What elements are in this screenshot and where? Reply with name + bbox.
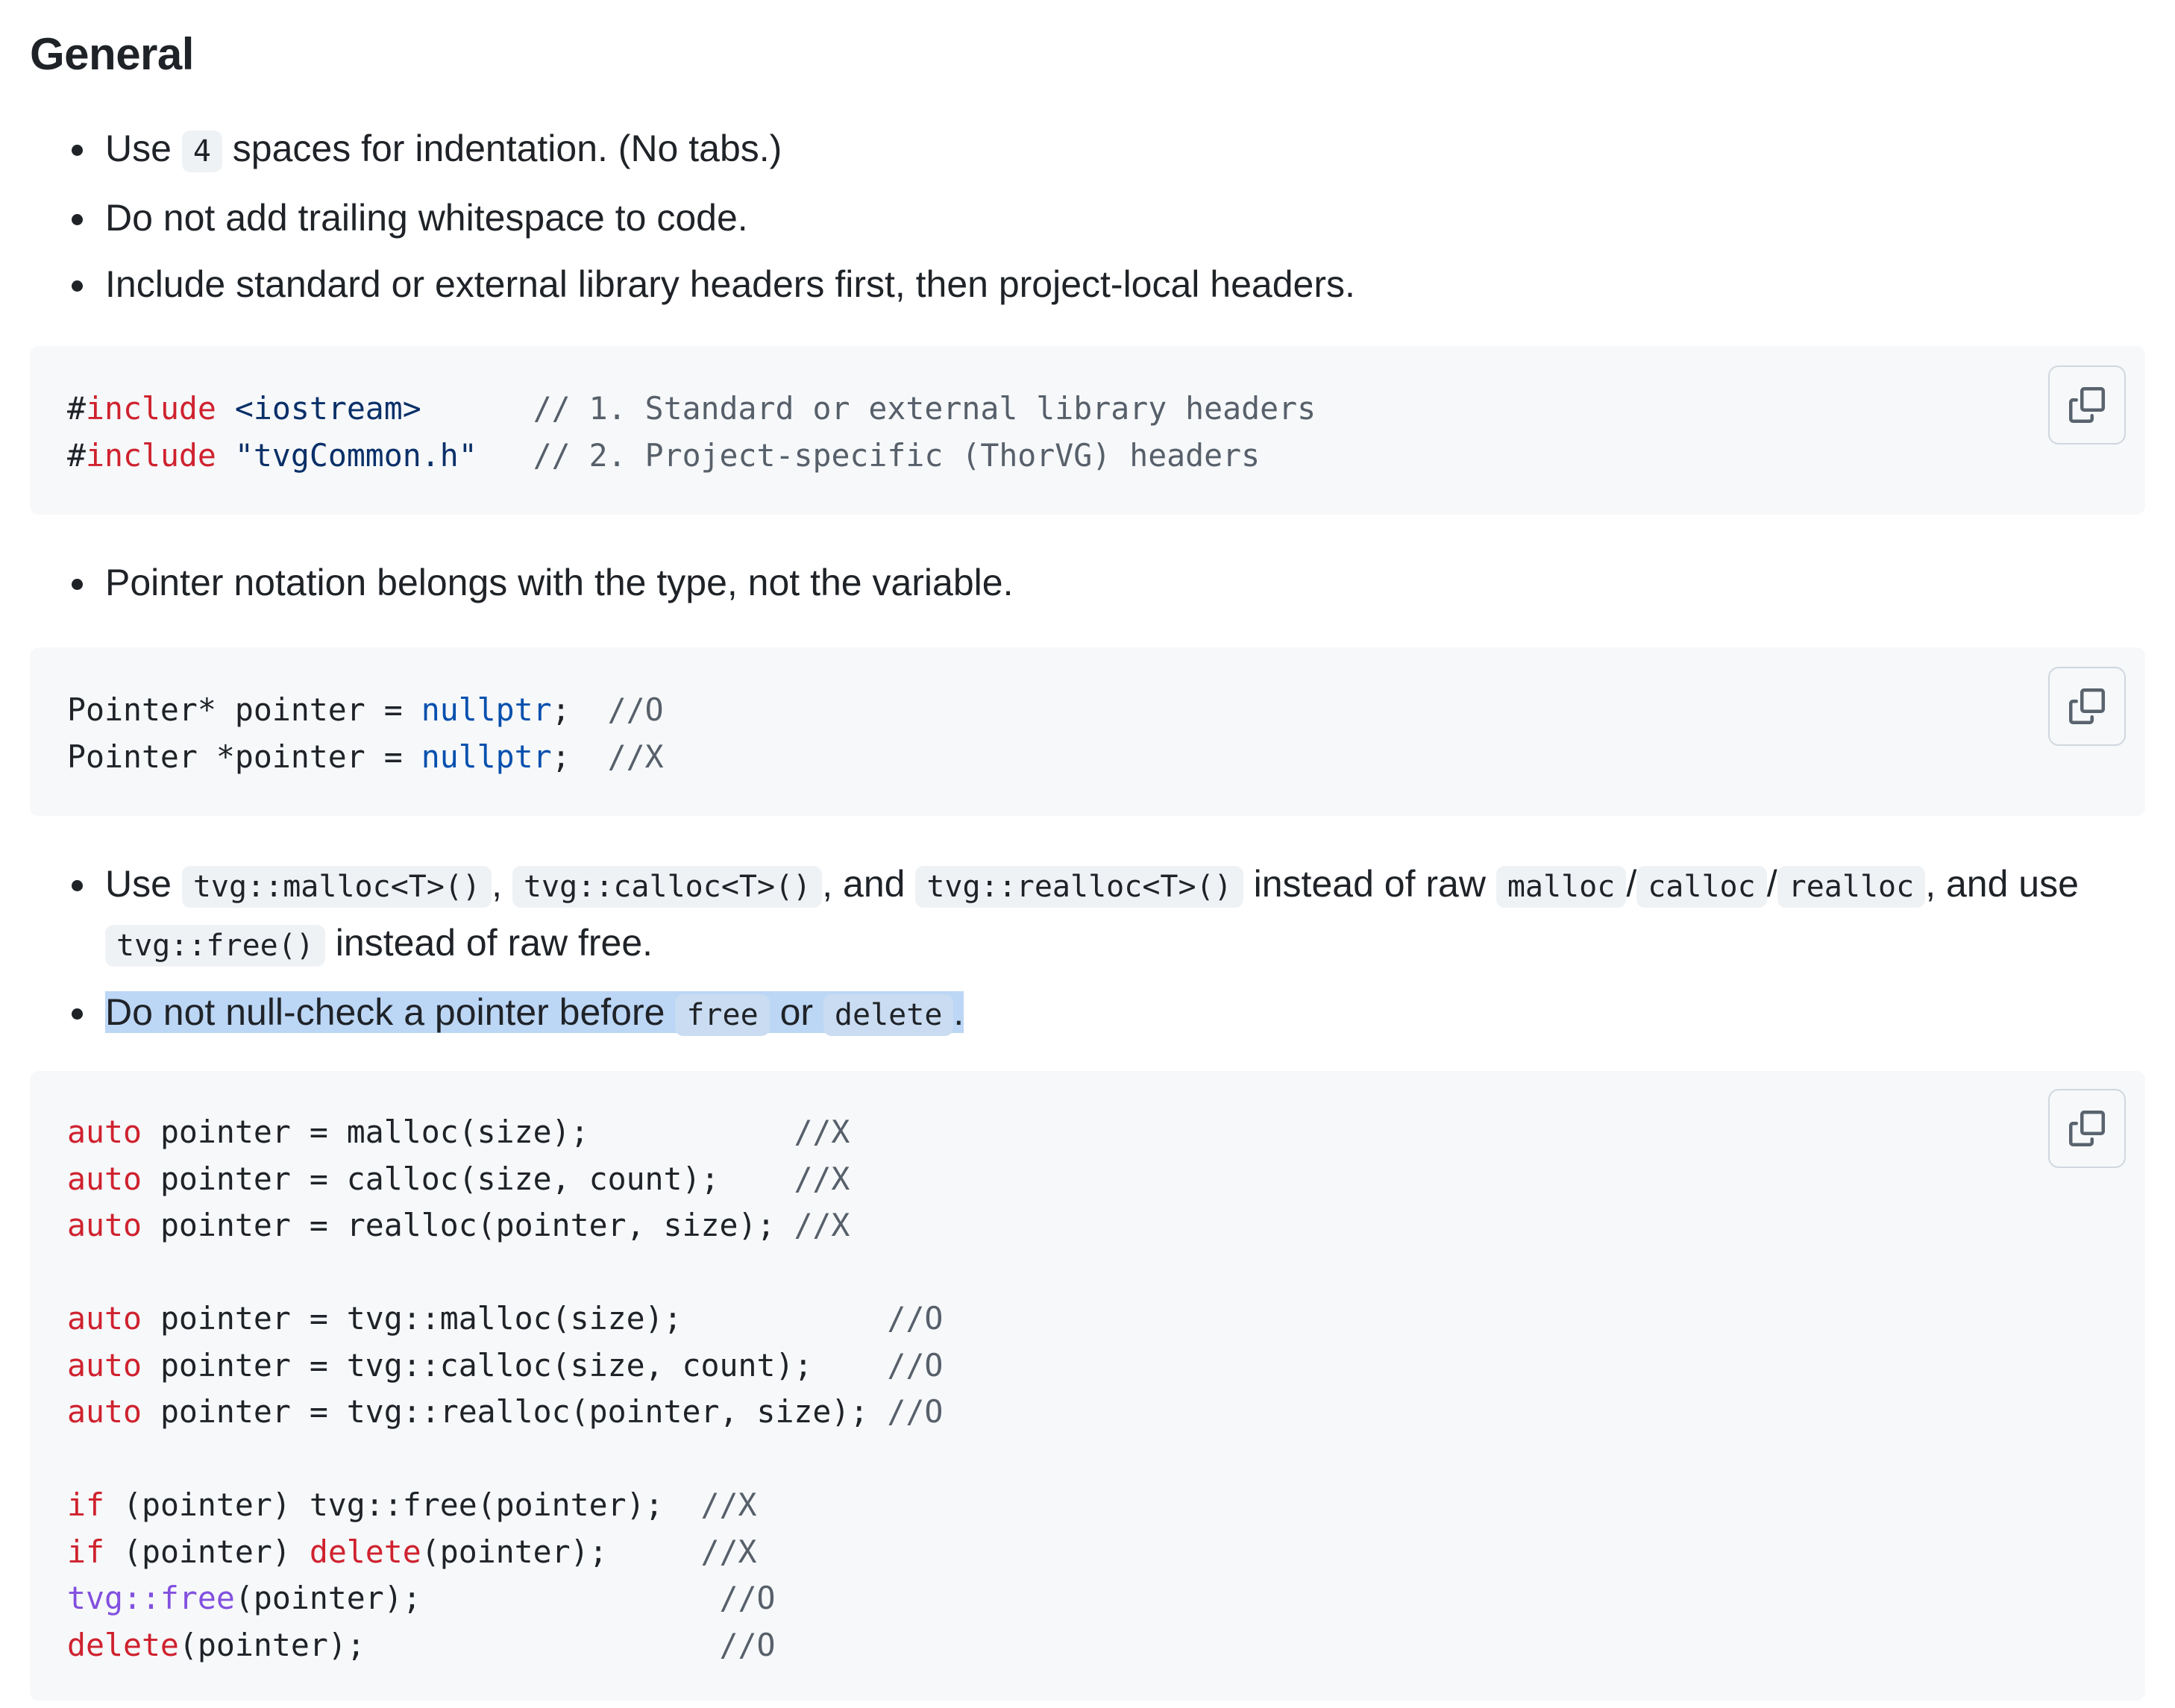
inline-code: delete (823, 994, 954, 1036)
inline-code: realloc (1777, 866, 1926, 908)
code-block: auto pointer = malloc(size); //X auto po… (30, 1071, 2145, 1701)
copy-button[interactable] (2048, 667, 2126, 746)
bullet-list: Use tvg::malloc<T>(), tvg::calloc<T>(), … (0, 856, 2145, 1043)
bullet-list: Use 4 spaces for indentation. (No tabs.)… (0, 121, 2145, 313)
inline-code: free (675, 994, 770, 1036)
selected-text[interactable]: Do not null-check a pointer before free … (105, 991, 964, 1036)
list-item: Do not null-check a pointer before free … (0, 985, 2145, 1043)
inline-code: malloc (1495, 866, 1627, 908)
inline-code: tvg::realloc<T>() (915, 866, 1243, 908)
list-item: Do not add trailing whitespace to code. (0, 190, 2145, 246)
list-item: Use tvg::malloc<T>(), tvg::calloc<T>(), … (0, 856, 2145, 974)
copy-icon (2069, 688, 2105, 724)
inline-code: tvg::malloc<T>() (181, 866, 492, 908)
list-item: Use 4 spaces for indentation. (No tabs.) (0, 121, 2145, 180)
inline-code: tvg::free() (105, 925, 325, 967)
code-block: Pointer* pointer = nullptr; //O Pointer … (30, 647, 2145, 816)
list-item: Pointer notation belongs with the type, … (0, 555, 2145, 611)
code-content[interactable]: #include <iostream> // 1. Standard or ex… (67, 386, 1316, 479)
inline-code: tvg::calloc<T>() (512, 866, 823, 908)
code-block: #include <iostream> // 1. Standard or ex… (30, 346, 2145, 515)
list-item: Include standard or external library hea… (0, 257, 2145, 313)
markdown-body: General Use 4 spaces for indentation. (N… (0, 0, 2175, 1708)
bullet-list: Pointer notation belongs with the type, … (0, 555, 2145, 611)
copy-button[interactable] (2048, 1089, 2126, 1168)
code-content[interactable]: auto pointer = malloc(size); //X auto po… (67, 1109, 943, 1668)
inline-code: calloc (1636, 866, 1767, 908)
inline-code: 4 (181, 131, 222, 172)
code-content[interactable]: Pointer* pointer = nullptr; //O Pointer … (67, 687, 664, 780)
copy-button[interactable] (2048, 365, 2126, 445)
copy-icon (2069, 387, 2105, 423)
section-heading: General (30, 29, 194, 79)
copy-icon (2069, 1111, 2105, 1146)
